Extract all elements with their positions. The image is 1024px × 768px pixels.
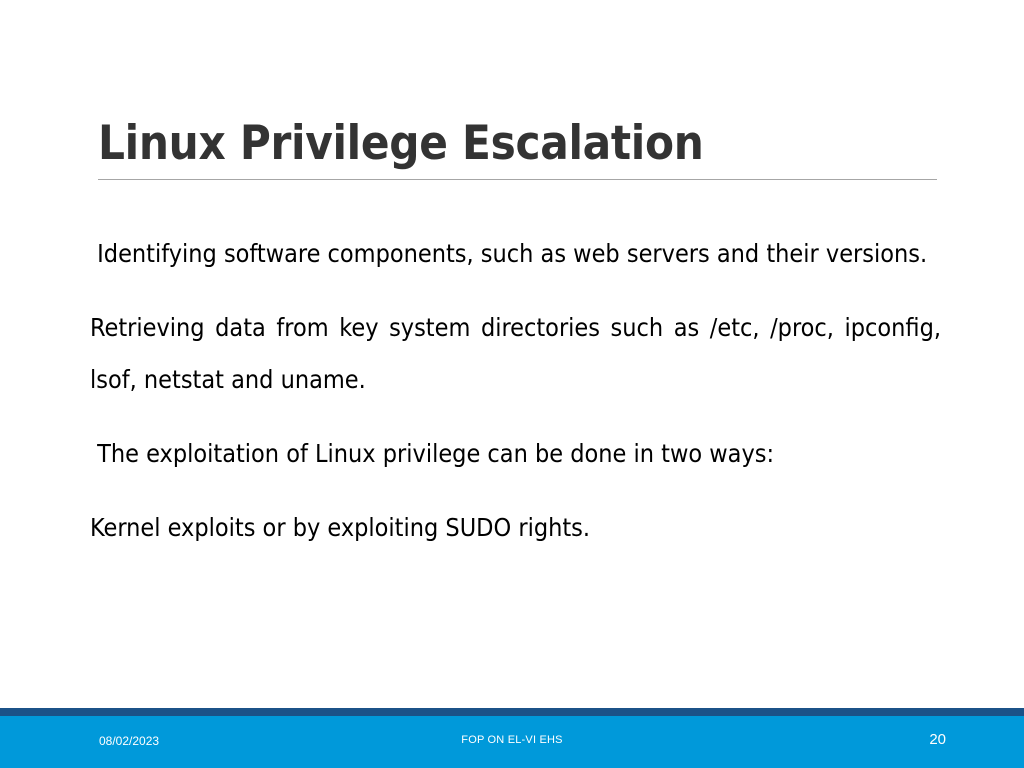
slide-title-block: Linux Privilege Escalation <box>98 118 938 180</box>
presentation-slide: Linux Privilege Escalation Identifying s… <box>0 0 1024 768</box>
body-paragraph: Kernel exploits or by exploiting SUDO ri… <box>90 513 591 542</box>
body-paragraph: The exploitation of Linux privilege can … <box>90 439 775 468</box>
slide-footer: 08/02/2023 FOP ON EL-VI EHS 20 <box>0 708 1024 768</box>
page-title: Linux Privilege Escalation <box>98 116 704 171</box>
slide-page-number: 20 <box>929 731 946 748</box>
slide-body-content: Identifying software components, such as… <box>90 228 941 554</box>
title-divider <box>98 178 937 180</box>
body-paragraph: Retrieving data from key system director… <box>90 313 949 394</box>
footer-title-text: FOP ON EL-VI EHS <box>461 734 563 746</box>
footer-accent-strip <box>0 708 1024 716</box>
body-paragraph: Identifying software components, such as… <box>90 239 928 268</box>
